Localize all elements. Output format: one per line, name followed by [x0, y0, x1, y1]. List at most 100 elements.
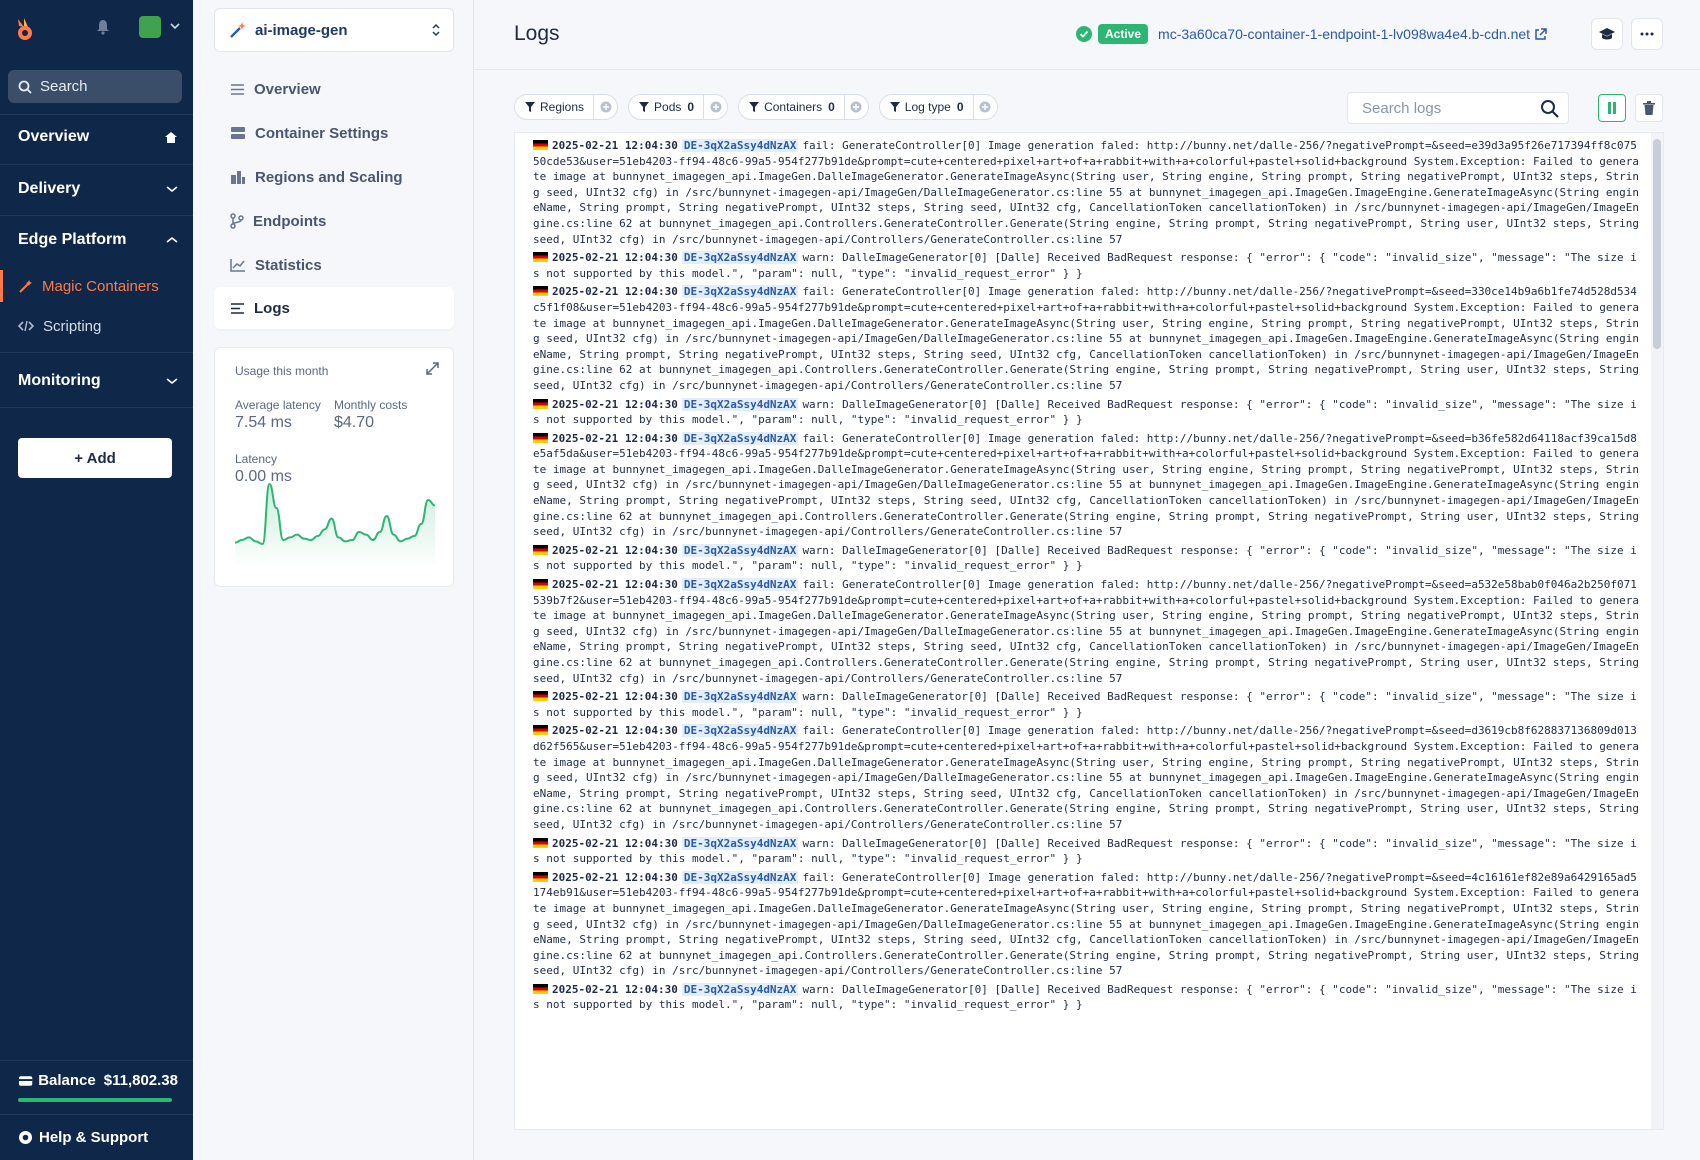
nav-section-label: Overview — [18, 128, 90, 145]
log-message: fail: GenerateController[0] Image genera… — [533, 285, 1646, 392]
bunny-logo-icon[interactable] — [12, 16, 38, 42]
filter-count: 0 — [956, 100, 964, 114]
divider — [0, 1114, 193, 1115]
menu-statistics[interactable]: Statistics — [214, 244, 454, 286]
add-filter-containers-button[interactable] — [844, 94, 869, 120]
log-search-input[interactable]: Search logs — [1347, 92, 1569, 124]
filter-pods[interactable]: Pods 0 — [628, 94, 705, 120]
log-viewer[interactable]: 2025-02-21 12:04:30 DE-3qX2aSsy4dNzAX fail… — [514, 132, 1664, 1130]
divider — [0, 1060, 193, 1061]
log-pod-id[interactable]: DE-3qX2aSsy4dNzAX — [681, 982, 799, 996]
balance[interactable]: Balance $11,802.38 — [18, 1072, 178, 1089]
log-scrollbar[interactable] — [1651, 133, 1663, 1129]
filter-label: Pods — [654, 100, 682, 114]
nav-item-scripting[interactable]: Scripting — [0, 306, 193, 346]
log-pod-id[interactable]: DE-3qX2aSsy4dNzAX — [681, 578, 799, 592]
trash-icon — [1643, 101, 1655, 115]
avg-latency-value: 7.54 ms — [235, 414, 292, 431]
pause-button[interactable] — [1598, 94, 1626, 122]
add-button[interactable]: + Add — [18, 438, 172, 478]
check-circle-icon — [1076, 26, 1092, 42]
menu-label: Overview — [254, 80, 321, 98]
server-icon — [231, 127, 245, 139]
filter-icon — [639, 102, 650, 112]
filter-count: 0 — [828, 100, 835, 114]
divider — [0, 407, 193, 408]
log-filters: Regions Pods 0 Containers 0 Log type 0 — [514, 94, 1008, 120]
help-label: Help & Support — [39, 1129, 149, 1146]
code-icon — [18, 320, 34, 332]
log-pod-id[interactable]: DE-3qX2aSsy4dNzAX — [681, 139, 799, 152]
log-entry: 2025-02-21 12:04:30 DE-3qX2aSsy4dNzAX fail… — [533, 577, 1643, 686]
log-pod-id[interactable]: DE-3qX2aSsy4dNzAX — [681, 870, 799, 884]
endpoint-link[interactable]: mc-3a60ca70-container-1-endpoint-1-lv098… — [1158, 26, 1547, 42]
nav-search[interactable]: Search — [8, 70, 182, 103]
nav-section-monitoring[interactable]: Monitoring — [18, 372, 178, 390]
germany-flag-icon — [533, 544, 548, 555]
nav-search-placeholder: Search — [40, 78, 88, 95]
log-pod-id[interactable]: DE-3qX2aSsy4dNzAX — [681, 724, 799, 738]
log-entry: 2025-02-21 12:04:30 DE-3qX2aSsy4dNzAX fail… — [533, 138, 1643, 247]
chevron-updown-icon — [432, 23, 440, 37]
log-pod-id[interactable]: DE-3qX2aSsy4dNzAX — [681, 397, 799, 411]
log-timestamp: 2025-02-21 12:04:30 — [552, 251, 678, 265]
log-pod-id[interactable]: DE-3qX2aSsy4dNzAX — [681, 251, 799, 265]
list-icon — [231, 83, 244, 95]
menu-endpoints[interactable]: Endpoints — [214, 200, 454, 242]
chevron-down-icon[interactable] — [170, 22, 180, 30]
search-icon[interactable] — [1540, 99, 1560, 119]
menu-overview[interactable]: Overview — [214, 68, 454, 110]
latency-sparkline — [235, 482, 435, 568]
log-message: fail: GenerateController[0] Image genera… — [533, 870, 1646, 978]
expand-icon[interactable] — [426, 362, 439, 375]
help-support-link[interactable]: Help & Support — [18, 1129, 148, 1146]
usage-title: Usage this month — [235, 364, 329, 378]
filter-icon — [525, 102, 535, 112]
germany-flag-icon — [533, 286, 548, 297]
log-entry: 2025-02-21 12:04:30 DE-3qX2aSsy4dNzAX fail… — [533, 723, 1643, 832]
log-pod-id[interactable]: DE-3qX2aSsy4dNzAX — [681, 543, 799, 557]
log-pod-id[interactable]: DE-3qX2aSsy4dNzAX — [681, 285, 799, 299]
filter-log-type[interactable]: Log type 0 — [878, 94, 974, 120]
log-entry: 2025-02-21 12:04:30 DE-3qX2aSsy4dNzAX fail… — [533, 870, 1643, 979]
germany-flag-icon — [533, 871, 548, 882]
germany-flag-icon — [533, 579, 548, 590]
pause-icon — [1608, 102, 1616, 114]
app-selector[interactable]: ai-image-gen — [214, 8, 454, 52]
main-content: Logs Active mc-3a60ca70-container-1-endp… — [474, 0, 1700, 1160]
clear-logs-button[interactable] — [1635, 94, 1663, 122]
menu-logs[interactable]: Logs — [214, 287, 454, 329]
filter-label: Log type — [904, 100, 951, 114]
filter-regions[interactable]: Regions — [514, 94, 595, 120]
divider — [0, 114, 193, 115]
add-filter-pods-button[interactable] — [704, 94, 729, 120]
log-pod-id[interactable]: DE-3qX2aSsy4dNzAX — [681, 836, 799, 850]
divider — [0, 164, 193, 165]
log-pod-id[interactable]: DE-3qX2aSsy4dNzAX — [681, 431, 799, 445]
log-timestamp: 2025-02-21 12:04:30 — [552, 836, 678, 850]
nav-section-delivery[interactable]: Delivery — [18, 180, 178, 198]
scrollbar-thumb[interactable] — [1653, 139, 1661, 349]
menu-label: Container Settings — [255, 124, 389, 142]
graduation-cap-button[interactable] — [1591, 18, 1623, 50]
more-options-button[interactable] — [1631, 18, 1663, 50]
avatar[interactable] — [139, 16, 161, 38]
balance-amount: $11,802.38 — [103, 1072, 178, 1089]
log-pod-id[interactable]: DE-3qX2aSsy4dNzAX — [681, 690, 799, 704]
menu-regions-and-scaling[interactable]: Regions and Scaling — [214, 156, 454, 198]
log-entry: 2025-02-21 12:04:30 DE-3qX2aSsy4dNzAX warn… — [533, 982, 1643, 1013]
add-filter-regions-button[interactable] — [594, 94, 619, 120]
main-nav: Search Overview Delivery Edge Platform M… — [0, 0, 193, 1160]
menu-label: Statistics — [255, 256, 322, 274]
external-link-icon — [1535, 27, 1547, 40]
bell-icon[interactable] — [96, 19, 110, 35]
add-filter-log-type-button[interactable] — [973, 94, 998, 120]
nav-item-magic-containers[interactable]: Magic Containers — [0, 266, 193, 306]
magic-wand-icon — [230, 22, 246, 38]
nav-section-edge-platform[interactable]: Edge Platform — [18, 231, 178, 249]
log-entry: 2025-02-21 12:04:30 DE-3qX2aSsy4dNzAX fail… — [533, 431, 1643, 540]
menu-container-settings[interactable]: Container Settings — [214, 112, 454, 154]
chevron-up-icon — [166, 236, 178, 243]
nav-section-overview[interactable]: Overview — [18, 128, 178, 146]
filter-containers[interactable]: Containers 0 — [738, 94, 845, 120]
